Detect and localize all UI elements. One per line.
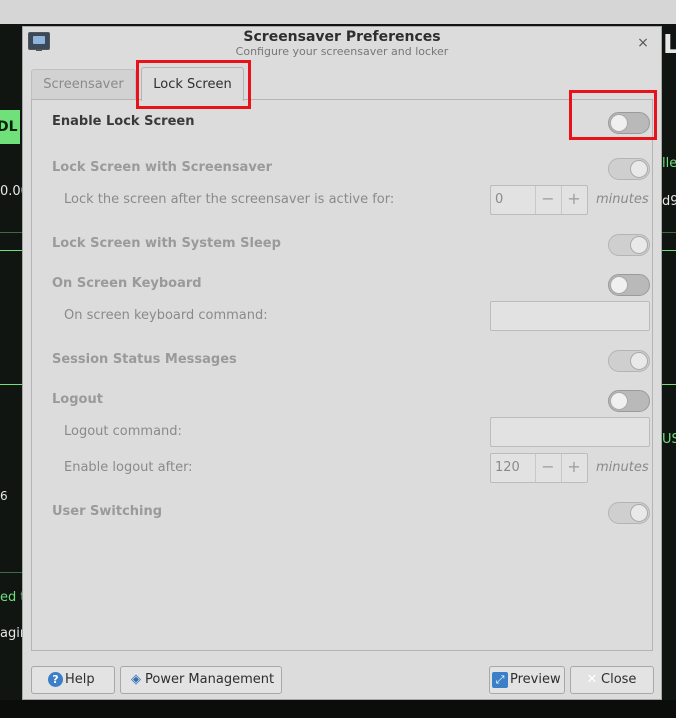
lock-with-screensaver-toggle[interactable] xyxy=(608,158,650,180)
keyboard-command-field[interactable] xyxy=(490,301,650,331)
fullscreen-icon: ⤢ xyxy=(492,671,508,688)
background-text: US xyxy=(662,432,676,447)
lock-after-label: Lock the screen after the screensaver is… xyxy=(64,192,395,207)
power-management-label: Power Management xyxy=(145,672,275,687)
increment-button[interactable]: + xyxy=(561,454,586,482)
logout-command-field[interactable] xyxy=(490,417,650,447)
toggle-knob xyxy=(610,114,628,132)
lock-after-spinbox[interactable]: 0 − + xyxy=(490,185,588,215)
lock-with-screensaver-label: Lock Screen with Screensaver xyxy=(52,160,273,175)
on-screen-keyboard-toggle[interactable] xyxy=(608,274,650,296)
logout-after-unit: minutes xyxy=(596,460,649,475)
logout-after-label: Enable logout after: xyxy=(64,460,193,475)
background-text: 6 xyxy=(0,489,8,503)
background-badge: DL xyxy=(0,110,20,144)
session-status-label: Session Status Messages xyxy=(52,352,237,367)
tab-screensaver[interactable]: Screensaver xyxy=(31,69,136,99)
screensaver-preferences-dialog: Screensaver Preferences Configure your s… xyxy=(22,26,662,700)
background-bottom-strip xyxy=(0,700,676,718)
background-divider xyxy=(662,232,676,233)
logout-after-value[interactable]: 120 xyxy=(495,454,535,482)
background-divider xyxy=(0,250,22,251)
preview-button[interactable]: ⤢ Preview xyxy=(489,666,565,694)
dialog-title: Screensaver Preferences xyxy=(243,29,441,45)
logout-after-spinbox[interactable]: 120 − + xyxy=(490,453,588,483)
lock-after-value[interactable]: 0 xyxy=(495,186,535,214)
background-text: L xyxy=(663,30,676,60)
close-icon: ✕ xyxy=(586,671,598,687)
lock-with-sleep-label: Lock Screen with System Sleep xyxy=(52,236,281,251)
enable-lock-screen-toggle[interactable] xyxy=(608,112,650,134)
user-switching-label: User Switching xyxy=(52,504,163,519)
toggle-knob xyxy=(630,236,648,254)
preview-button-label: Preview xyxy=(510,672,561,687)
lock-with-sleep-toggle[interactable] xyxy=(608,234,650,256)
background-text: lle xyxy=(662,156,676,171)
logout-toggle[interactable] xyxy=(608,390,650,412)
tab-lock-screen[interactable]: Lock Screen xyxy=(141,67,244,101)
toggle-knob xyxy=(610,392,628,410)
user-switching-toggle[interactable] xyxy=(608,502,650,524)
decrement-button[interactable]: − xyxy=(535,454,560,482)
keyboard-command-label: On screen keyboard command: xyxy=(64,308,268,323)
background-text: d9 xyxy=(662,194,676,209)
background-divider xyxy=(0,232,22,233)
titlebar: Screensaver Preferences Configure your s… xyxy=(23,27,661,61)
help-button[interactable]: ? Help xyxy=(31,666,115,694)
close-button-label: Close xyxy=(601,672,637,687)
background-badge-text: DL xyxy=(0,119,18,135)
background-divider xyxy=(0,384,22,385)
dialog-subtitle: Configure your screensaver and locker xyxy=(235,45,449,58)
logout-command-label: Logout command: xyxy=(64,424,182,439)
on-screen-keyboard-label: On Screen Keyboard xyxy=(52,276,202,291)
power-icon: ◈ xyxy=(131,671,141,687)
lock-screen-panel: Enable Lock Screen Lock Screen with Scre… xyxy=(31,99,653,651)
lock-after-unit: minutes xyxy=(596,192,649,207)
decrement-button[interactable]: − xyxy=(535,186,560,214)
help-button-label: Help xyxy=(65,672,95,687)
background-divider xyxy=(662,384,676,385)
background-topbar xyxy=(0,0,676,24)
logout-label: Logout xyxy=(52,392,103,407)
toggle-knob xyxy=(630,504,648,522)
increment-button[interactable]: + xyxy=(561,186,586,214)
help-icon: ? xyxy=(48,672,63,687)
close-icon[interactable]: × xyxy=(633,33,653,53)
background-divider xyxy=(662,250,676,251)
background-divider xyxy=(0,572,22,573)
close-button[interactable]: ✕ Close xyxy=(570,666,654,694)
power-management-button[interactable]: ◈ Power Management xyxy=(120,666,282,694)
session-status-toggle[interactable] xyxy=(608,350,650,372)
toggle-knob xyxy=(630,160,648,178)
enable-lock-screen-label: Enable Lock Screen xyxy=(52,114,195,129)
toggle-knob xyxy=(610,276,628,294)
toggle-knob xyxy=(630,352,648,370)
